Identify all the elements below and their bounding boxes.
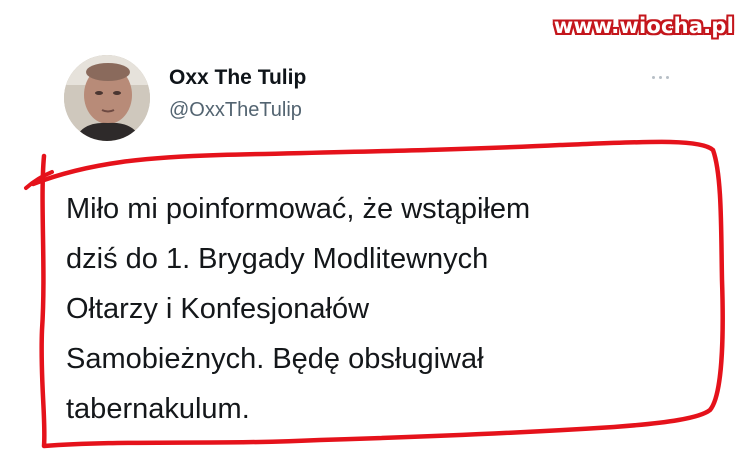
tweet-text-line: tabernakulum.: [66, 393, 250, 425]
tweet-text-line: Samobieżnych. Będę obsługiwał: [66, 343, 484, 375]
tweet-text-line: Miło mi poinformować, że wstąpiłem: [66, 193, 531, 225]
tweet-text-line: dziś do 1. Brygady Modlitewnych: [66, 243, 489, 275]
avatar[interactable]: [64, 55, 150, 141]
tweet-text: Miło mi poinformować, że wstąpiłem dziś …: [66, 184, 706, 434]
more-dot: [666, 76, 669, 79]
author-handle[interactable]: @OxxTheTulip: [169, 99, 302, 122]
more-dot: [659, 76, 662, 79]
avatar-photo: [64, 55, 150, 141]
more-horizontal-icon[interactable]: [652, 66, 678, 80]
watermark-logo: www.wiocha.pl: [553, 14, 734, 38]
more-dot: [652, 76, 655, 79]
tweet-text-line: Ołtarzy i Konfesjonałów: [66, 293, 370, 325]
author-display-name[interactable]: Oxx The Tulip: [169, 66, 306, 90]
